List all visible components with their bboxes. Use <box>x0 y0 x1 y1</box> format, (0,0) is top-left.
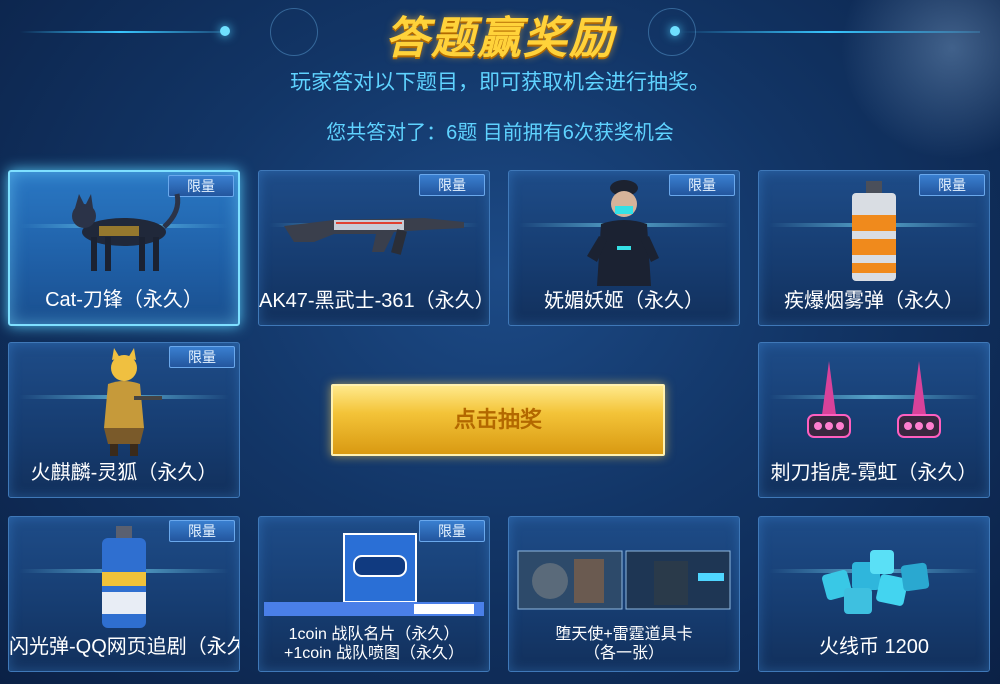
rifle-icon <box>259 177 489 285</box>
prize-label: Cat-刀锋（永久） <box>45 289 203 311</box>
fox-character-icon <box>9 348 239 457</box>
prize-card-flashbang[interactable]: 限量 闪光弹-QQ网页追剧（永久） <box>8 516 240 672</box>
team-card-icon <box>259 531 489 625</box>
knuckle-knife-icon <box>759 349 989 457</box>
item-card-icon <box>509 531 739 625</box>
prize-label: 1coin 战队名片（永久） +1coin 战队喷图（永久） <box>259 625 489 665</box>
prize-card-smoke-grenade[interactable]: 限量 疾爆烟雾弹（永久） <box>758 170 990 326</box>
prize-label-line1: 1coin 战队名片（永久） <box>288 626 460 643</box>
prize-card-fire-qilin-fox[interactable]: 限量 火麒麟-灵狐（永久） <box>8 342 240 498</box>
prize-card-coins[interactable]: 火线币 1200 <box>758 516 990 672</box>
page-title: 答题赢奖励 <box>385 14 615 63</box>
chance-status-text: 您共答对了：6题 目前拥有6次获奖机会 <box>326 122 674 144</box>
flashbang-icon <box>9 523 239 631</box>
instructions-text: 玩家答对以下题目，即可获取机会进行抽奖。 <box>290 71 710 94</box>
cat-character-icon <box>10 178 238 286</box>
prize-label: 火线币 1200 <box>818 636 930 658</box>
prize-label: 刺刀指虎-霓虹（永久） <box>770 462 978 484</box>
prize-label: 闪光弹-QQ网页追剧（永久） <box>9 636 239 658</box>
draw-lottery-button[interactable]: 点击抽奖 <box>331 384 665 456</box>
prize-label: AK47-黑武士-361（永久） <box>259 290 490 312</box>
prize-label-line2: +1coin 战队喷图（永久） <box>283 645 465 662</box>
female-character-icon <box>509 177 739 286</box>
prize-label-line2: （各一张） <box>583 645 664 662</box>
prize-card-ak47[interactable]: 限量 AK47-黑武士-361（永久） <box>258 170 490 326</box>
smoke-grenade-icon <box>759 177 989 285</box>
prize-card-team-cards[interactable]: 限量 1coin 战队名片（永久） +1coin 战队喷图（永久） <box>258 516 490 672</box>
prize-label: 妩媚妖姬（永久） <box>544 290 704 312</box>
coin-stack-icon <box>759 523 989 631</box>
prize-card-cat-blade[interactable]: 限量 Cat-刀锋（永久） <box>8 170 240 326</box>
prize-label-line1: 堕天使+雷霆道具卡 <box>555 626 693 643</box>
prize-label: 疾爆烟雾弹（永久） <box>784 290 964 312</box>
prize-card-neon-knuckle[interactable]: 刺刀指虎-霓虹（永久） <box>758 342 990 498</box>
prize-card-seductress[interactable]: 限量 妩媚妖姬（永久） <box>508 170 740 326</box>
prize-label: 堕天使+雷霆道具卡 （各一张） <box>509 625 739 665</box>
prize-card-item-cards[interactable]: 堕天使+雷霆道具卡 （各一张） <box>508 516 740 672</box>
prize-label: 火麒麟-灵狐（永久） <box>30 462 218 484</box>
